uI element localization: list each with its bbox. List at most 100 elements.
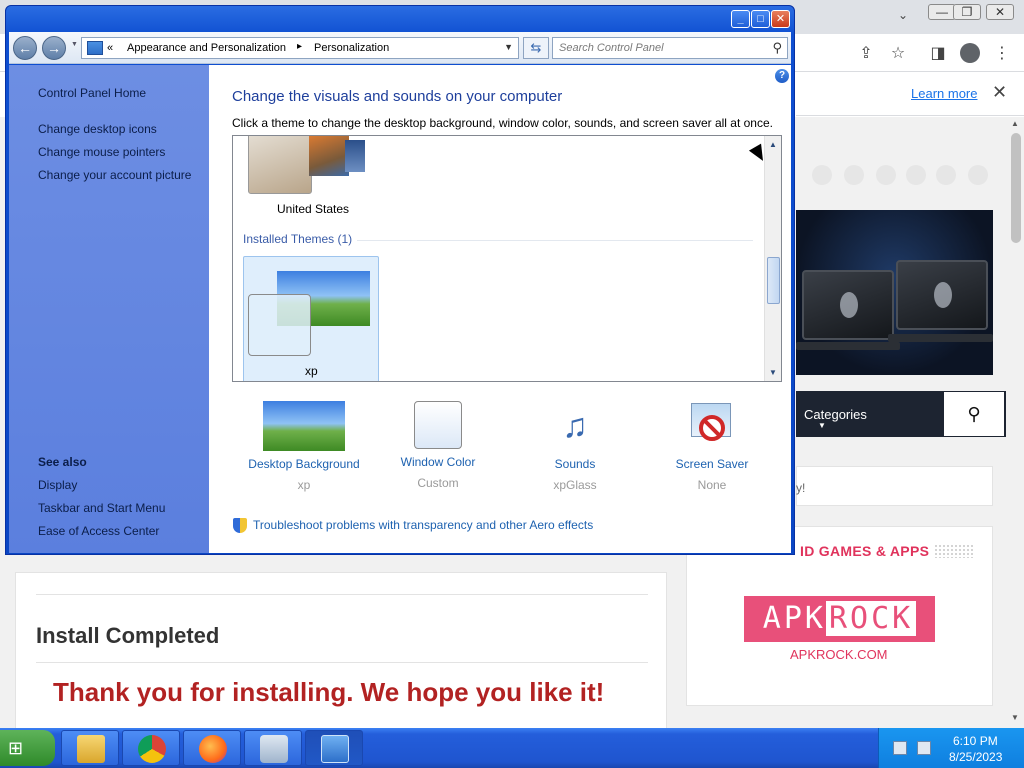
- xp-theme-tile[interactable]: xp: [243, 256, 379, 381]
- change-account-picture-link[interactable]: Change your account picture: [38, 168, 191, 182]
- side-widget: [796, 466, 993, 506]
- forward-button[interactable]: →: [42, 36, 66, 60]
- rss-icon[interactable]: [906, 165, 926, 185]
- address-dropdown-icon[interactable]: ▼: [504, 42, 513, 52]
- side-widget-text: y!: [796, 481, 806, 495]
- divider: [36, 662, 648, 663]
- screen-saver-setting[interactable]: Screen Saver None: [647, 401, 777, 492]
- side-panel-icon[interactable]: ◨: [928, 44, 948, 64]
- breadcrumb-appearance[interactable]: Appearance and Personalization: [127, 42, 286, 54]
- telegram-icon[interactable]: [936, 165, 956, 185]
- dribbble-icon[interactable]: [968, 165, 988, 185]
- theme-list-scrollbar[interactable]: ▲ ▼: [764, 136, 781, 381]
- desktop-background-value: xp: [297, 478, 311, 492]
- share-icon[interactable]: ⇪: [856, 44, 876, 64]
- taskbar-control-panel-button[interactable]: [305, 730, 363, 766]
- control-panel-home-link[interactable]: Control Panel Home: [38, 86, 146, 100]
- shield-icon: [233, 518, 247, 533]
- tab-list-chevron-icon[interactable]: ⌄: [898, 8, 908, 22]
- profile-avatar-icon[interactable]: [960, 43, 980, 63]
- search-icon[interactable]: ⚲: [772, 40, 782, 56]
- apkrock-url[interactable]: APKROCK.COM: [790, 647, 888, 662]
- apkrock-logo[interactable]: APK ROCK: [744, 596, 935, 642]
- navigation-bar: ← → ▼ « Appearance and Personalization ▸…: [9, 32, 791, 64]
- page-scrollbar[interactable]: ▲ ▼: [1008, 117, 1024, 728]
- united-states-theme-thumb[interactable]: [248, 136, 312, 194]
- refresh-button[interactable]: ⇆: [523, 37, 549, 59]
- laptop-image: [802, 270, 894, 340]
- breadcrumb-separator-icon[interactable]: ▸: [297, 41, 302, 52]
- change-mouse-pointers-link[interactable]: Change mouse pointers: [38, 145, 165, 159]
- sounds-setting[interactable]: ♫ Sounds xpGlass: [510, 401, 640, 492]
- maximize-button[interactable]: □: [751, 10, 770, 28]
- minimize-button[interactable]: _: [731, 10, 750, 28]
- network-icon[interactable]: [893, 741, 907, 755]
- decorative-dots: [934, 544, 974, 558]
- bookmark-star-icon[interactable]: ☆: [888, 44, 908, 64]
- tumblr-icon[interactable]: [876, 165, 896, 185]
- scrollbar-thumb[interactable]: [1011, 133, 1021, 243]
- clock-time[interactable]: 6:10 PM: [953, 734, 998, 748]
- scrollbar-thumb[interactable]: [767, 257, 780, 304]
- infobar-close-icon[interactable]: ✕: [992, 82, 1007, 103]
- scroll-down-arrow-icon[interactable]: ▼: [1011, 713, 1019, 722]
- apk-logo-text: APK: [762, 601, 826, 636]
- screen-saver-link[interactable]: Screen Saver: [647, 457, 777, 471]
- theme-list[interactable]: United States Installed Themes (1) xp ▲ …: [232, 135, 782, 382]
- ease-of-access-link[interactable]: Ease of Access Center: [38, 524, 159, 538]
- breadcrumb-personalization[interactable]: Personalization: [314, 42, 389, 54]
- categories-bar: Categories ▼ ⚲: [796, 391, 1006, 437]
- games-apps-title: ID GAMES & APPS: [800, 543, 930, 559]
- menu-kebab-icon[interactable]: ⋮: [992, 44, 1012, 64]
- desktop-background-setting[interactable]: Desktop Background xp: [239, 401, 369, 492]
- back-button[interactable]: ←: [13, 36, 37, 60]
- window-color-setting[interactable]: Window Color Custom: [373, 401, 503, 490]
- scroll-up-arrow-icon[interactable]: ▲: [769, 140, 777, 149]
- taskbar-firefox-button[interactable]: [183, 730, 241, 766]
- start-button[interactable]: ⊞: [0, 730, 55, 766]
- instagram-icon[interactable]: [812, 165, 832, 185]
- learn-more-link[interactable]: Learn more: [911, 86, 977, 101]
- taskbar-explorer-button[interactable]: [61, 730, 119, 766]
- screen-saver-value: None: [697, 478, 727, 492]
- categories-menu[interactable]: Categories: [804, 407, 867, 422]
- scroll-up-arrow-icon[interactable]: ▲: [1011, 119, 1019, 128]
- xp-theme-label: xp: [305, 364, 318, 378]
- volume-muted-icon[interactable]: [917, 741, 931, 755]
- search-icon[interactable]: ⚲: [943, 391, 1005, 437]
- divider: [36, 594, 648, 595]
- window-color-link[interactable]: Window Color: [373, 455, 503, 469]
- taskbar-start-menu-link[interactable]: Taskbar and Start Menu: [38, 501, 165, 515]
- clock-date[interactable]: 8/25/2023: [949, 750, 1002, 764]
- address-bar[interactable]: « Appearance and Personalization ▸ Perso…: [81, 37, 519, 59]
- recent-pages-dropdown-icon[interactable]: ▼: [71, 41, 78, 48]
- laptop-base: [888, 334, 993, 342]
- change-desktop-icons-link[interactable]: Change desktop icons: [38, 122, 157, 136]
- search-input[interactable]: Search Control Panel ⚲: [552, 37, 788, 59]
- hero-banner-image[interactable]: [796, 210, 993, 375]
- desktop-background-thumb: [263, 401, 345, 451]
- desktop-background-link[interactable]: Desktop Background: [239, 457, 369, 471]
- chevron-down-icon: ▼: [818, 421, 826, 430]
- window-color-swatch: [414, 401, 462, 449]
- laptop-base: [796, 342, 900, 350]
- browser-restore-button[interactable]: ❐: [953, 4, 981, 20]
- social-icons: [796, 165, 996, 189]
- browser-minimize-button[interactable]: —: [928, 4, 956, 20]
- united-states-theme-label[interactable]: United States: [277, 202, 349, 216]
- window-color-value: Custom: [417, 476, 459, 490]
- pinterest-icon[interactable]: [844, 165, 864, 185]
- thanks-message: Thank you for installing. We hope you li…: [53, 677, 605, 707]
- display-link[interactable]: Display: [38, 478, 77, 492]
- taskbar-chrome-button[interactable]: [122, 730, 180, 766]
- laptop-image: [896, 260, 988, 330]
- taskbar-media-button[interactable]: [244, 730, 302, 766]
- main-content: ? Change the visuals and sounds on your …: [209, 65, 791, 553]
- sounds-link[interactable]: Sounds: [510, 457, 640, 471]
- browser-close-button[interactable]: ✕: [986, 4, 1014, 20]
- scroll-down-arrow-icon[interactable]: ▼: [769, 368, 777, 377]
- aero-troubleshoot-link[interactable]: Troubleshoot problems with transparency …: [253, 518, 593, 532]
- close-button[interactable]: ✕: [771, 10, 790, 28]
- breadcrumb-overflow[interactable]: «: [107, 42, 113, 54]
- help-icon[interactable]: ?: [775, 69, 789, 83]
